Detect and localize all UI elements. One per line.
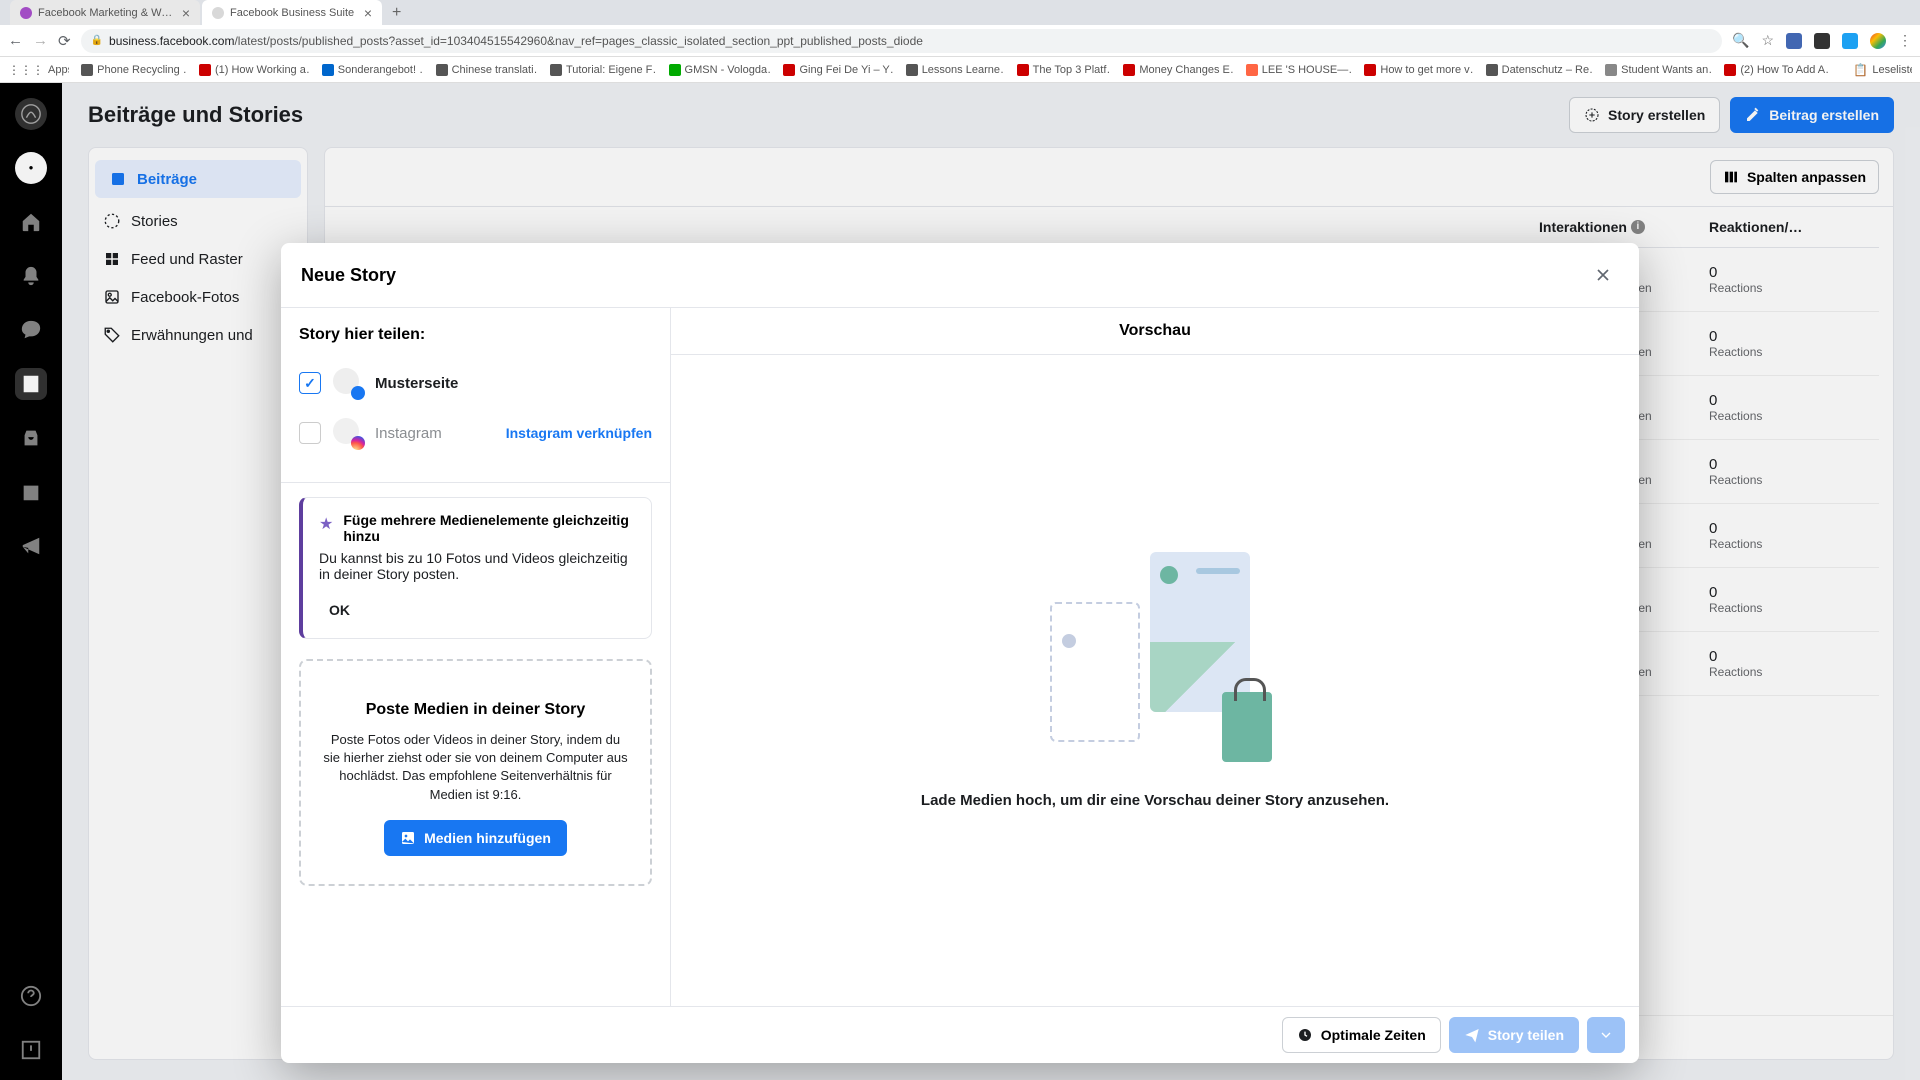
chevron-down-icon — [1598, 1027, 1614, 1043]
link-instagram-button[interactable]: Instagram verknüpfen — [506, 425, 652, 441]
bookmark-item[interactable]: Phone Recycling … — [81, 64, 187, 76]
modal-preview-panel: Vorschau Lade Medien hoch, um dir eine V… — [671, 308, 1639, 1006]
share-account-instagram[interactable]: ✓ Instagram Instagram verknüpfen — [299, 418, 652, 468]
send-icon — [1464, 1027, 1480, 1043]
modal-title: Neue Story — [301, 265, 396, 286]
extension-icon[interactable] — [1786, 33, 1802, 49]
tab-title: Facebook Business Suite — [230, 7, 358, 19]
zoom-icon[interactable]: 🔍 — [1732, 32, 1749, 49]
menu-icon[interactable]: ⋮ — [1898, 32, 1912, 49]
preview-empty-text: Lade Medien hoch, um dir eine Vorschau d… — [921, 792, 1389, 809]
close-icon[interactable]: × — [182, 5, 190, 21]
profile-avatar[interactable] — [1870, 33, 1886, 49]
bookmarks-bar: ⋮⋮⋮ Apps Phone Recycling … (1) How Worki… — [0, 57, 1920, 83]
share-story-dropdown[interactable] — [1587, 1017, 1625, 1053]
account-avatar — [333, 368, 363, 398]
tab-favicon — [20, 7, 32, 19]
account-avatar — [333, 418, 363, 448]
instagram-badge-icon — [351, 436, 365, 450]
extension-icon[interactable] — [1842, 33, 1858, 49]
checkbox-checked[interactable]: ✓ — [299, 372, 321, 394]
bookmark-item[interactable]: Tutorial: Eigene F… — [550, 64, 657, 76]
new-story-modal: Neue Story Story hier teilen: ✓ Musterse… — [281, 243, 1639, 1063]
extension-icon[interactable] — [1814, 33, 1830, 49]
add-media-button[interactable]: Medien hinzufügen — [384, 820, 567, 856]
tip-card: ★ Füge mehrere Medienelemente gleichzeit… — [299, 497, 652, 639]
reading-list-button[interactable]: 📋 Leseliste — [1853, 63, 1912, 77]
share-account-facebook[interactable]: ✓ Musterseite — [299, 358, 652, 418]
tab-title: Facebook Marketing & Werbe… — [38, 7, 176, 19]
browser-tab-strip: Facebook Marketing & Werbe… × Facebook B… — [0, 0, 1920, 25]
bookmark-star-icon[interactable]: ☆ — [1761, 32, 1774, 49]
share-section-title: Story hier teilen: — [299, 326, 652, 344]
bookmark-item[interactable]: Ging Fei De Yi – Y… — [783, 64, 893, 76]
share-story-button[interactable]: Story teilen — [1449, 1017, 1579, 1053]
browser-tab-active[interactable]: Facebook Business Suite × — [202, 0, 382, 25]
reload-button[interactable]: ⟳ — [58, 32, 71, 50]
bookmark-item[interactable]: Lessons Learne… — [906, 64, 1005, 76]
bookmark-item[interactable]: Sonderangebot! … — [322, 64, 424, 76]
browser-tab[interactable]: Facebook Marketing & Werbe… × — [10, 0, 200, 25]
close-button[interactable] — [1587, 259, 1619, 291]
facebook-badge-icon — [351, 386, 365, 400]
bookmark-item[interactable]: (1) How Working a… — [199, 64, 310, 76]
bookmark-item[interactable]: How to get more v… — [1364, 64, 1473, 76]
clock-icon — [1297, 1027, 1313, 1043]
modal-footer: Optimale Zeiten Story teilen — [281, 1006, 1639, 1063]
apps-button[interactable]: ⋮⋮⋮ Apps — [8, 63, 69, 77]
bookmark-item[interactable]: Money Changes E… — [1123, 64, 1233, 76]
star-icon: ★ — [319, 514, 333, 544]
close-icon[interactable]: × — [364, 5, 372, 21]
media-upload-dropzone[interactable]: Poste Medien in deiner Story Poste Fotos… — [299, 659, 652, 886]
bookmark-item[interactable]: GMSN - Vologda… — [669, 64, 772, 76]
bookmark-item[interactable]: LEE 'S HOUSE—… — [1246, 64, 1353, 76]
app-root: ● Beiträge und Stories Story erstellen B… — [0, 83, 1920, 1080]
upload-title: Poste Medien in deiner Story — [323, 701, 628, 719]
bookmark-item[interactable]: Chinese translati… — [436, 64, 538, 76]
upload-description: Poste Fotos oder Videos in deiner Story,… — [323, 731, 628, 804]
lock-icon: 🔒 — [91, 35, 103, 46]
modal-left-panel: Story hier teilen: ✓ Musterseite ✓ — [281, 308, 671, 1006]
tip-body: Du kannst bis zu 10 Fotos und Videos gle… — [319, 550, 635, 582]
tab-favicon — [212, 7, 224, 19]
bookmark-item[interactable]: (2) How To Add A… — [1724, 64, 1829, 76]
extension-icons: 🔍 ☆ ⋮ — [1732, 32, 1912, 49]
bookmark-item[interactable]: Datenschutz – Re… — [1486, 64, 1594, 76]
bookmark-item[interactable]: Student Wants an… — [1605, 64, 1712, 76]
browser-toolbar: ← → ⟳ 🔒 business.facebook.com/latest/pos… — [0, 25, 1920, 57]
image-icon — [400, 830, 416, 846]
tip-ok-button[interactable]: OK — [319, 596, 360, 624]
preview-title: Vorschau — [671, 308, 1639, 355]
forward-button: → — [33, 32, 48, 49]
optimal-times-button[interactable]: Optimale Zeiten — [1282, 1017, 1441, 1053]
checkbox-unchecked[interactable]: ✓ — [299, 422, 321, 444]
close-icon — [1593, 265, 1613, 285]
new-tab-button[interactable]: + — [384, 4, 409, 22]
address-bar[interactable]: 🔒 business.facebook.com/latest/posts/pub… — [81, 29, 1722, 53]
back-button[interactable]: ← — [8, 32, 23, 49]
bookmark-item[interactable]: The Top 3 Platf… — [1017, 64, 1112, 76]
empty-preview-illustration — [1030, 552, 1280, 772]
tip-title: Füge mehrere Medienelemente gleichzeitig… — [343, 512, 635, 544]
